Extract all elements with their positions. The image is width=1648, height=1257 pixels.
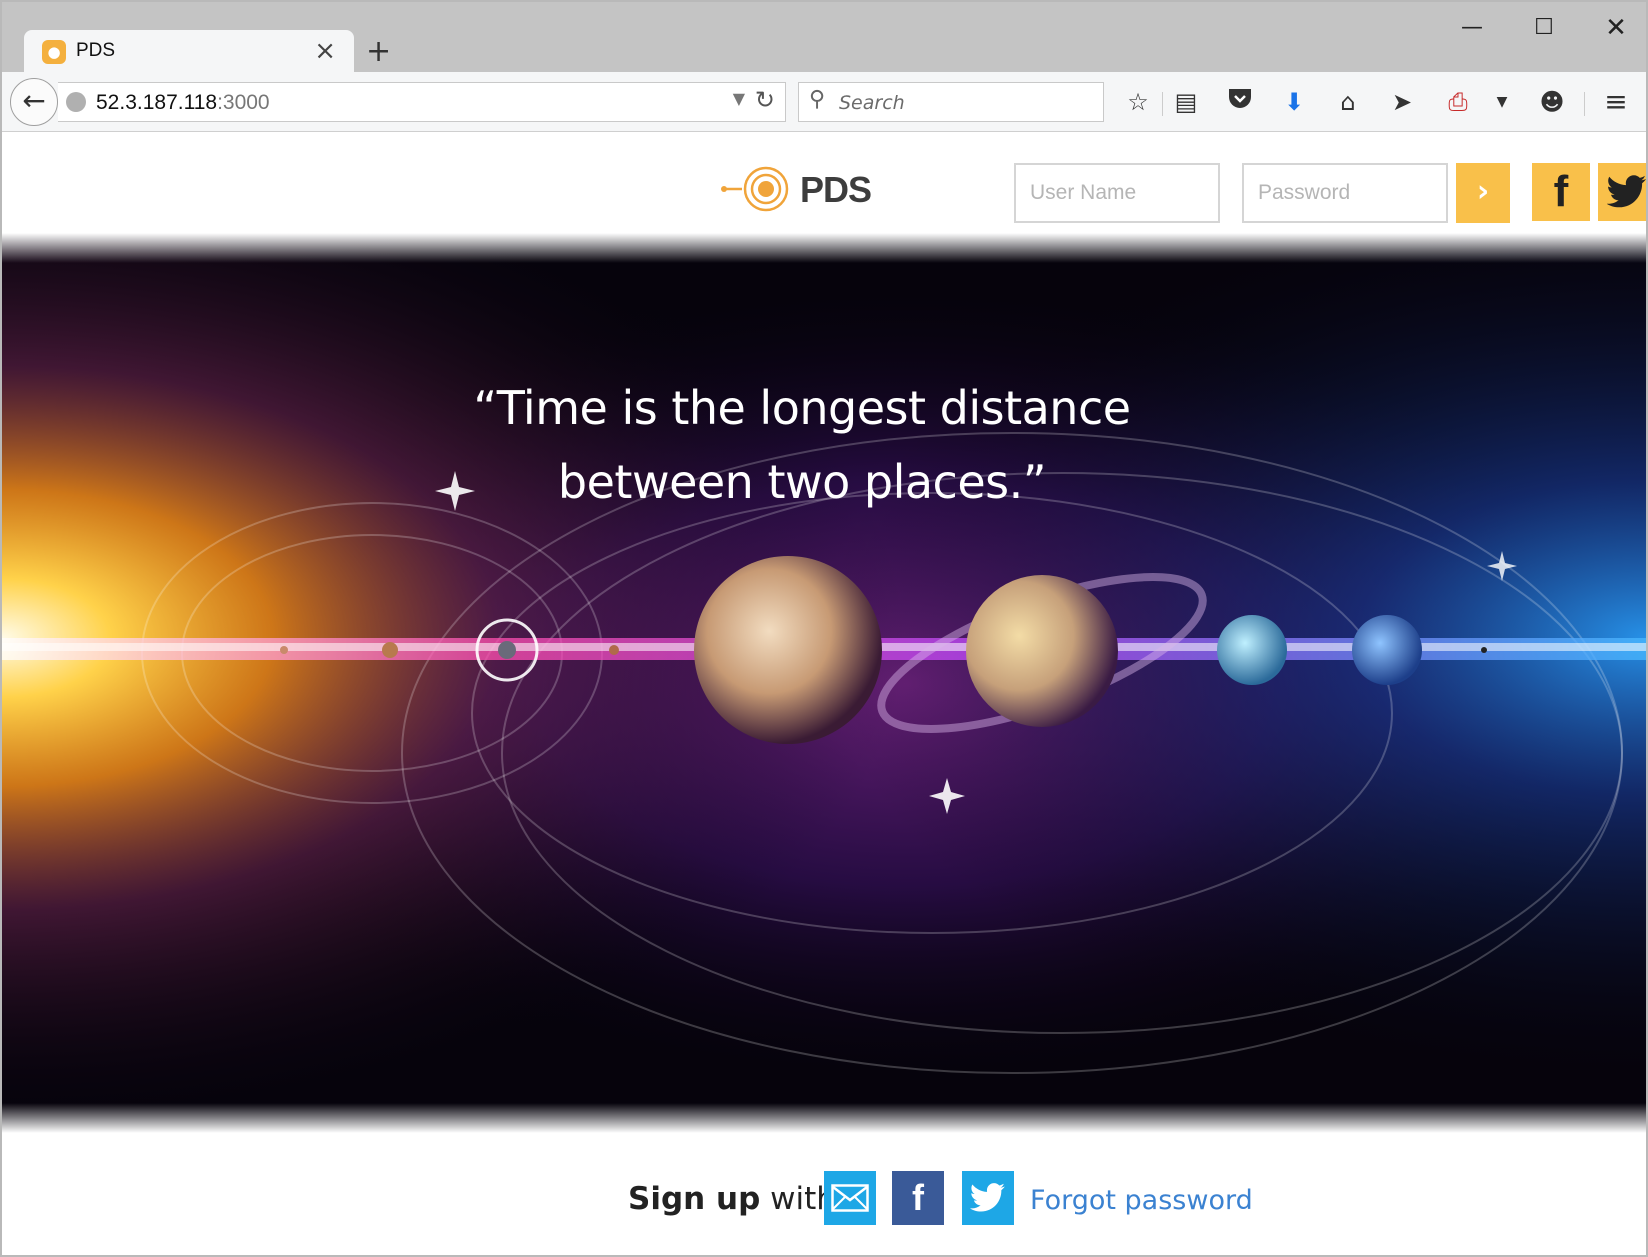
dropdown-icon[interactable]: ▼ (1482, 84, 1522, 120)
url-bar[interactable]: 52.3.187.118:3000 ▼ ↻ (58, 82, 786, 122)
pds-logo[interactable]: PDS (720, 159, 880, 219)
minimize-button[interactable]: — (1442, 8, 1502, 48)
globe-icon (66, 92, 86, 112)
forgot-password-link[interactable]: Forgot password (1030, 1185, 1253, 1216)
logo-text: PDS (800, 169, 872, 210)
hero-quote: “Time is the longest distance between tw… (2, 371, 1602, 519)
login-submit-button[interactable]: › (1456, 163, 1510, 223)
solar-system-image (2, 233, 1646, 1133)
quote-line-1: “Time is the longest distance (473, 381, 1131, 435)
tab-title: PDS (76, 40, 116, 61)
hero-banner: “Time is the longest distance between tw… (2, 233, 1646, 1133)
send-icon[interactable]: ➤ (1382, 84, 1422, 120)
signup-facebook-button[interactable]: f (892, 1171, 944, 1225)
toolbar-divider (1162, 92, 1163, 116)
back-button[interactable]: ← (10, 78, 58, 126)
history-dropdown-icon[interactable]: ▼ (733, 89, 745, 108)
toolbar-divider (1584, 92, 1585, 116)
smiley-icon[interactable]: ☻ (1532, 84, 1572, 120)
reading-list-icon[interactable]: ▤ (1166, 84, 1206, 120)
tab-strip: ● PDS × + — ☐ ✕ (2, 2, 1646, 74)
reload-icon[interactable]: ↻ (755, 86, 775, 114)
signup-email-button[interactable] (824, 1171, 876, 1225)
site-header: PDS › f (2, 133, 1646, 233)
pds-favicon-icon: ● (42, 40, 66, 64)
pds-logo-icon (721, 166, 789, 212)
new-tab-button[interactable]: + (366, 34, 391, 69)
twitter-login-button[interactable] (1598, 163, 1646, 221)
url-text: 52.3.187.118:3000 (96, 91, 270, 114)
twitter-bird-icon (1606, 175, 1646, 208)
search-bar[interactable]: ⚲ (798, 82, 1104, 122)
twitter-bird-icon (970, 1183, 1005, 1212)
pdf-icon[interactable]: ⎙ (1438, 84, 1478, 120)
navigation-toolbar: ← 52.3.187.118:3000 ▼ ↻ ⚲ ☆ ▤ ⬇ ⌂ ➤ ⎙ ▼ … (2, 72, 1646, 132)
password-input[interactable] (1242, 163, 1448, 223)
username-input[interactable] (1014, 163, 1220, 223)
tab-pds[interactable]: ● PDS × (24, 30, 354, 74)
maximize-button[interactable]: ☐ (1514, 8, 1574, 48)
menu-icon[interactable]: ≡ (1596, 84, 1636, 120)
signup-twitter-button[interactable] (962, 1171, 1014, 1225)
facebook-login-button[interactable]: f (1532, 163, 1590, 221)
bookmark-star-icon[interactable]: ☆ (1118, 84, 1158, 120)
hero-bottom-fade (2, 1103, 1646, 1133)
signup-label: Sign up with (628, 1181, 836, 1217)
hero-top-fade (2, 233, 1646, 263)
close-window-button[interactable]: ✕ (1586, 8, 1646, 48)
search-icon: ⚲ (809, 87, 826, 112)
quote-line-2: between two places.” (557, 455, 1047, 509)
browser-window: ● PDS × + — ☐ ✕ ← 52.3.187.118:3000 ▼ ↻ … (0, 0, 1648, 1257)
search-input[interactable] (839, 89, 1089, 117)
close-tab-icon[interactable]: × (314, 36, 336, 66)
web-page: PDS › f (2, 133, 1646, 1255)
download-icon[interactable]: ⬇ (1274, 84, 1314, 120)
envelope-icon (831, 1184, 869, 1212)
signup-footer: Sign up with f Forgot password (2, 1133, 1646, 1255)
pocket-icon[interactable] (1220, 84, 1260, 120)
home-icon[interactable]: ⌂ (1328, 84, 1368, 120)
